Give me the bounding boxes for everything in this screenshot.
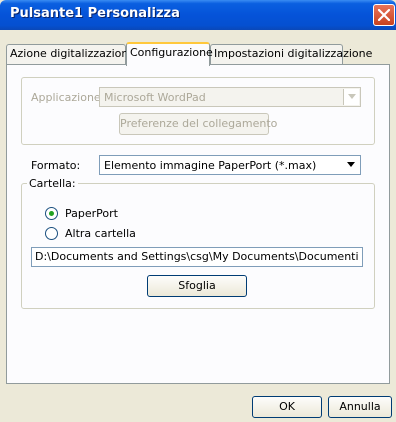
window-title: Pulsante1 Personalizza (10, 6, 180, 21)
formato-select[interactable]: Elemento immagine PaperPort (*.max) (99, 155, 361, 175)
tab-configurazione[interactable]: Configurazione (126, 42, 213, 66)
tab-impostazioni-digitalizzazione[interactable]: Impostazioni digitalizzazione (210, 44, 372, 64)
cartella-label: Cartella: (27, 177, 78, 190)
tab-panel-configurazione: Applicazione: Microsoft WordPad Preferen… (6, 64, 390, 384)
close-icon (378, 9, 390, 21)
applicazione-dropdown-arrow[interactable] (343, 89, 359, 105)
tab-azione-digitalizzazione[interactable]: Azione digitalizzazione (6, 44, 135, 64)
ok-button[interactable]: OK (252, 396, 322, 418)
chevron-down-icon (348, 94, 356, 99)
paperport-option-label[interactable]: PaperPort (65, 207, 118, 220)
folder-path-field[interactable]: D:\Documents and Settings\csg\My Documen… (31, 247, 363, 267)
formato-value: Elemento immagine PaperPort (*.max) (104, 159, 317, 172)
cancel-button[interactable]: Annulla (328, 396, 392, 418)
applicazione-select[interactable]: Microsoft WordPad (99, 87, 361, 107)
tab-strip: Azione digitalizzazione Configurazione I… (0, 32, 396, 66)
applicazione-label: Applicazione: (31, 91, 105, 104)
preferenze-collegamento-button[interactable]: Preferenze del collegamento (119, 113, 277, 135)
applicazione-value: Microsoft WordPad (104, 91, 206, 104)
formato-label: Formato: (31, 159, 81, 172)
title-bar[interactable]: Pulsante1 Personalizza (0, 0, 396, 30)
dialog-window: Pulsante1 Personalizza Azione digitalizz… (0, 0, 396, 422)
altra-cartella-radio[interactable] (45, 227, 58, 240)
paperport-radio[interactable] (45, 207, 58, 220)
altra-cartella-option-label[interactable]: Altra cartella (65, 227, 136, 240)
chevron-down-icon (347, 162, 355, 167)
formato-dropdown-arrow[interactable] (343, 157, 359, 173)
close-button[interactable] (373, 4, 395, 26)
sfoglia-button[interactable]: Sfoglia (147, 275, 247, 297)
